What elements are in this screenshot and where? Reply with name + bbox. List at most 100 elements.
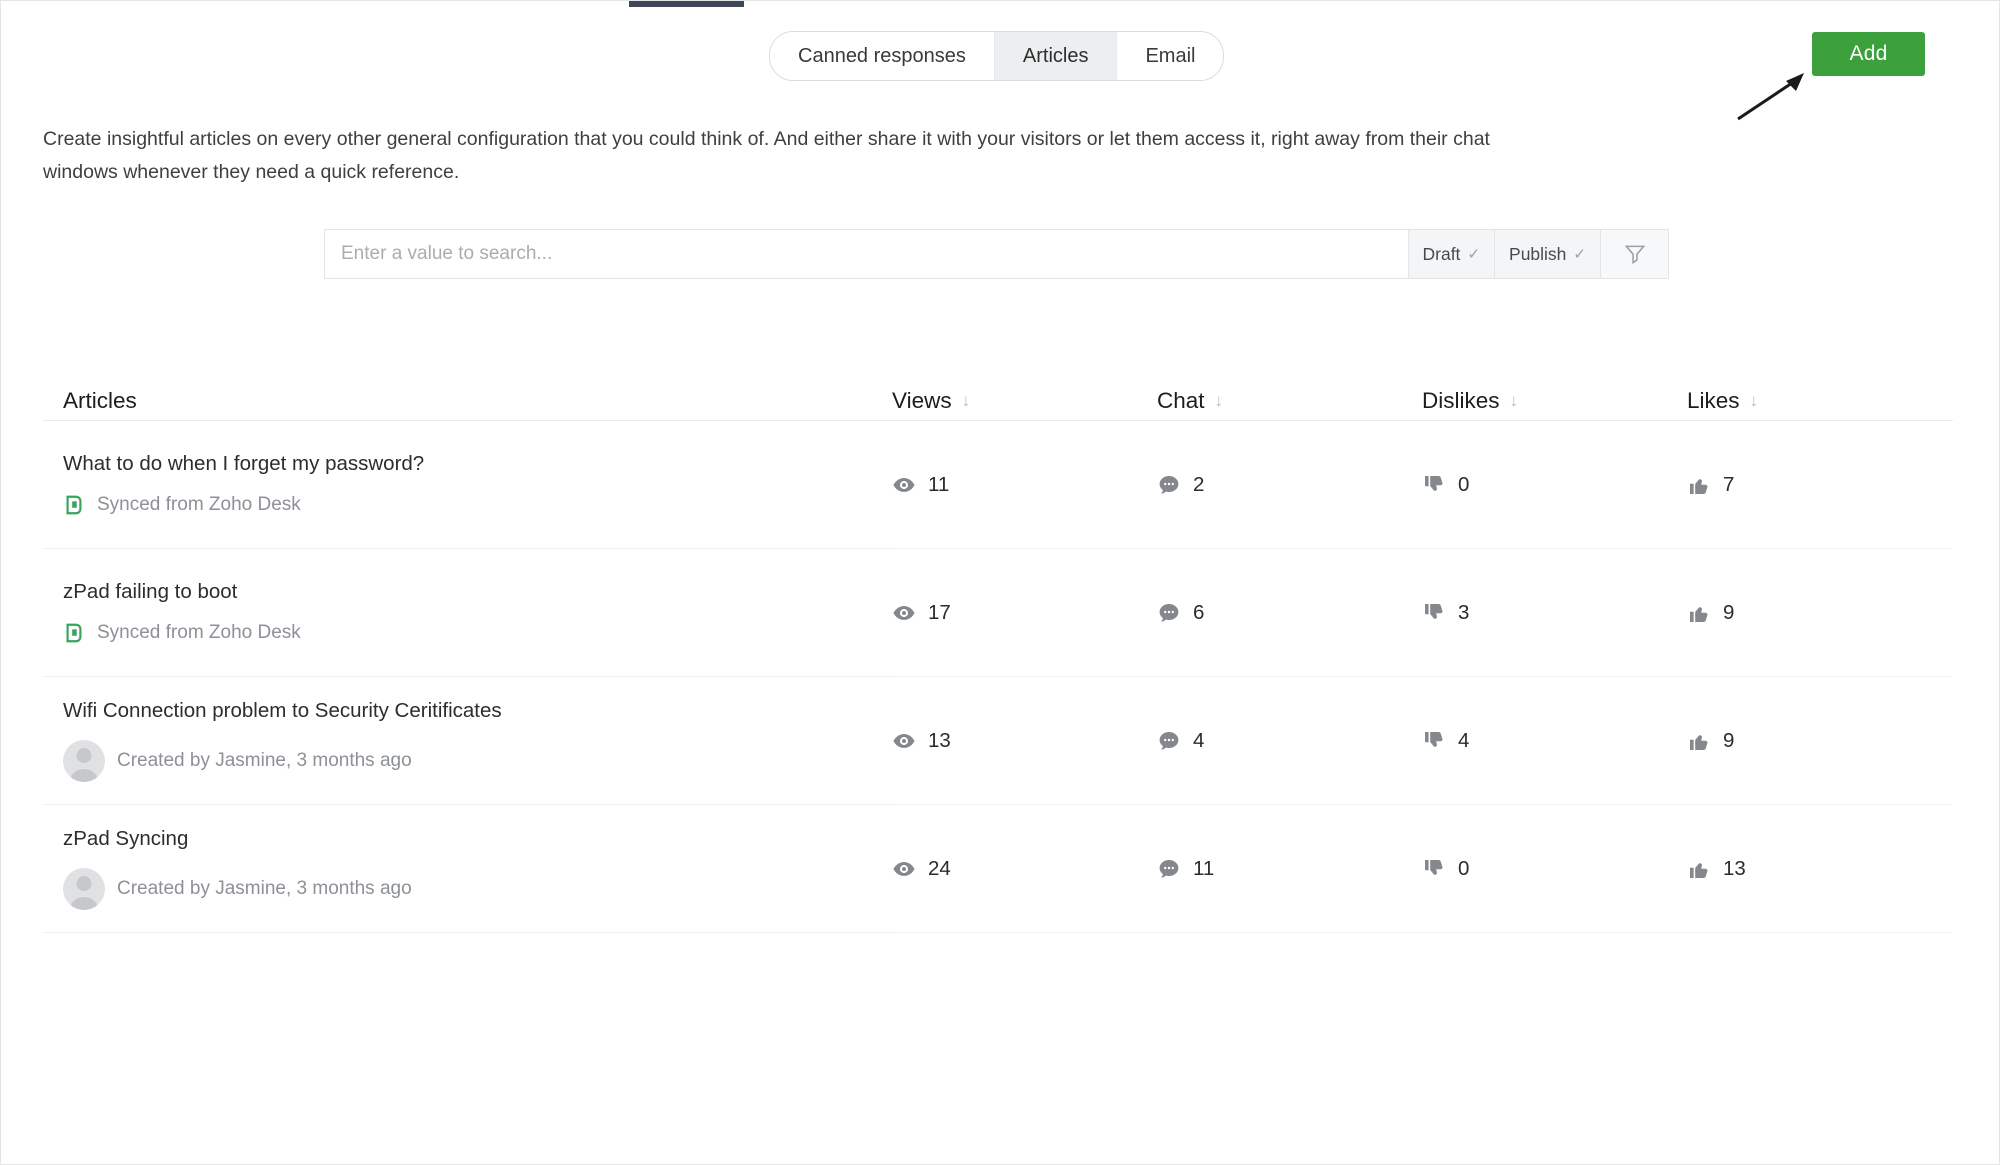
column-header-views[interactable]: Views ↓	[892, 388, 1157, 414]
thumbs-down-icon	[1425, 731, 1443, 747]
eye-icon	[893, 861, 915, 876]
chat-bubble-icon	[1159, 859, 1179, 878]
dislikes-metric: 0	[1422, 857, 1469, 881]
table-row[interactable]: What to do when I forget my password? Sy…	[43, 421, 1953, 549]
dislikes-cell: 0	[1422, 805, 1687, 933]
active-tab-indicator-cutoff	[629, 1, 744, 7]
add-button[interactable]: Add	[1812, 32, 1925, 76]
article-title[interactable]: zPad failing to boot	[63, 580, 892, 604]
article-subtitle: Created by Jasmine, 3 months ago	[63, 740, 892, 782]
likes-value: 7	[1723, 472, 1735, 496]
dislikes-value: 3	[1458, 600, 1470, 624]
chat-metric: 11	[1157, 857, 1214, 881]
column-header-likes-label: Likes	[1687, 388, 1740, 413]
sort-desc-icon: ↓	[1509, 391, 1519, 410]
dislikes-metric: 4	[1422, 729, 1469, 753]
article-subtitle: Synced from Zoho Desk	[63, 493, 892, 517]
likes-value: 9	[1723, 728, 1735, 752]
thumbs-up-icon	[1690, 862, 1708, 878]
articles-settings-page: Canned responses Articles Email Add Crea…	[0, 0, 2000, 1165]
article-subtitle: Synced from Zoho Desk	[63, 621, 892, 645]
dislikes-cell: 0	[1422, 421, 1687, 549]
user-avatar-icon	[63, 868, 105, 910]
eye-icon	[893, 477, 915, 492]
chat-value: 4	[1193, 728, 1205, 752]
filter-funnel-icon	[1624, 245, 1645, 265]
article-cell: Wifi Connection problem to Security Ceri…	[43, 677, 892, 805]
filter-chip-draft-label: Draft	[1422, 243, 1461, 264]
article-subtitle-text: Created by Jasmine, 3 months ago	[117, 750, 412, 771]
article-title[interactable]: Wifi Connection problem to Security Ceri…	[63, 699, 892, 723]
column-header-likes[interactable]: Likes ↓	[1687, 388, 1952, 414]
chat-value: 6	[1193, 600, 1205, 624]
eye-icon	[893, 733, 915, 748]
zoho-desk-icon	[66, 495, 82, 515]
table-row[interactable]: zPad failing to boot Synced from Zoho De…	[43, 549, 1953, 677]
user-avatar-icon	[63, 740, 105, 782]
annotation-arrow-icon	[1737, 73, 1804, 121]
sort-desc-icon: ↓	[1214, 391, 1224, 410]
thumbs-up-icon	[1690, 734, 1708, 750]
zoho-desk-icon	[66, 623, 82, 643]
column-header-chat[interactable]: Chat ↓	[1157, 388, 1422, 414]
article-cell: zPad Syncing Created by Jasmine, 3 month…	[43, 805, 892, 933]
table-header-row: Articles Views ↓ Chat ↓ Dislikes ↓ Likes…	[43, 349, 1953, 421]
chat-bubble-icon	[1159, 731, 1179, 750]
chat-value: 2	[1193, 472, 1205, 496]
views-cell: 17	[892, 549, 1157, 677]
chat-metric: 2	[1157, 473, 1204, 497]
dislikes-value: 0	[1458, 856, 1470, 880]
article-subtitle-text: Created by Jasmine, 3 months ago	[117, 878, 412, 899]
article-subtitle-text: Synced from Zoho Desk	[97, 622, 301, 643]
likes-cell: 9	[1687, 549, 1952, 677]
column-header-articles-label: Articles	[63, 388, 137, 413]
chat-bubble-icon	[1159, 603, 1179, 622]
column-header-articles[interactable]: Articles	[43, 388, 892, 414]
likes-metric: 7	[1687, 473, 1734, 497]
thumbs-down-icon	[1425, 603, 1443, 619]
section-tabs[interactable]: Canned responses Articles Email	[769, 31, 1225, 81]
article-cell: What to do when I forget my password? Sy…	[43, 421, 892, 549]
column-header-dislikes[interactable]: Dislikes ↓	[1422, 388, 1687, 414]
likes-metric: 9	[1687, 729, 1734, 753]
chat-value: 11	[1193, 856, 1215, 880]
chat-metric: 6	[1157, 601, 1204, 625]
search-toolbar: Draft ✓ Publish ✓	[324, 229, 1669, 279]
filter-button[interactable]	[1601, 229, 1669, 279]
filter-chip-draft[interactable]: Draft ✓	[1407, 230, 1495, 278]
views-metric: 24	[892, 857, 951, 881]
chat-cell: 11	[1157, 805, 1422, 933]
views-value: 11	[928, 472, 950, 496]
likes-cell: 13	[1687, 805, 1952, 933]
views-metric: 13	[892, 729, 951, 753]
dislikes-cell: 4	[1422, 677, 1687, 805]
articles-table: Articles Views ↓ Chat ↓ Dislikes ↓ Likes…	[43, 349, 1953, 933]
tab-articles[interactable]: Articles	[994, 32, 1118, 80]
views-value: 24	[928, 856, 951, 880]
article-subtitle-text: Synced from Zoho Desk	[97, 494, 301, 515]
article-title[interactable]: What to do when I forget my password?	[63, 452, 892, 476]
dislikes-cell: 3	[1422, 549, 1687, 677]
dislikes-value: 0	[1458, 472, 1470, 496]
tab-canned-responses[interactable]: Canned responses	[770, 32, 995, 80]
article-cell: zPad failing to boot Synced from Zoho De…	[43, 549, 892, 677]
table-row[interactable]: Wifi Connection problem to Security Ceri…	[43, 677, 1953, 805]
dislikes-metric: 0	[1422, 473, 1469, 497]
thumbs-down-icon	[1425, 475, 1443, 491]
likes-cell: 7	[1687, 421, 1952, 549]
table-row[interactable]: zPad Syncing Created by Jasmine, 3 month…	[43, 805, 1953, 933]
article-title[interactable]: zPad Syncing	[63, 827, 892, 851]
search-input[interactable]	[325, 230, 1408, 278]
likes-metric: 13	[1687, 857, 1746, 881]
likes-cell: 9	[1687, 677, 1952, 805]
views-cell: 11	[892, 421, 1157, 549]
views-cell: 13	[892, 677, 1157, 805]
tab-email[interactable]: Email	[1117, 32, 1224, 80]
chat-cell: 2	[1157, 421, 1422, 549]
chat-cell: 4	[1157, 677, 1422, 805]
article-subtitle: Created by Jasmine, 3 months ago	[63, 868, 892, 910]
likes-value: 13	[1723, 856, 1746, 880]
check-icon: ✓	[1573, 246, 1586, 263]
filter-chip-publish[interactable]: Publish ✓	[1494, 230, 1600, 278]
views-metric: 11	[892, 473, 949, 497]
